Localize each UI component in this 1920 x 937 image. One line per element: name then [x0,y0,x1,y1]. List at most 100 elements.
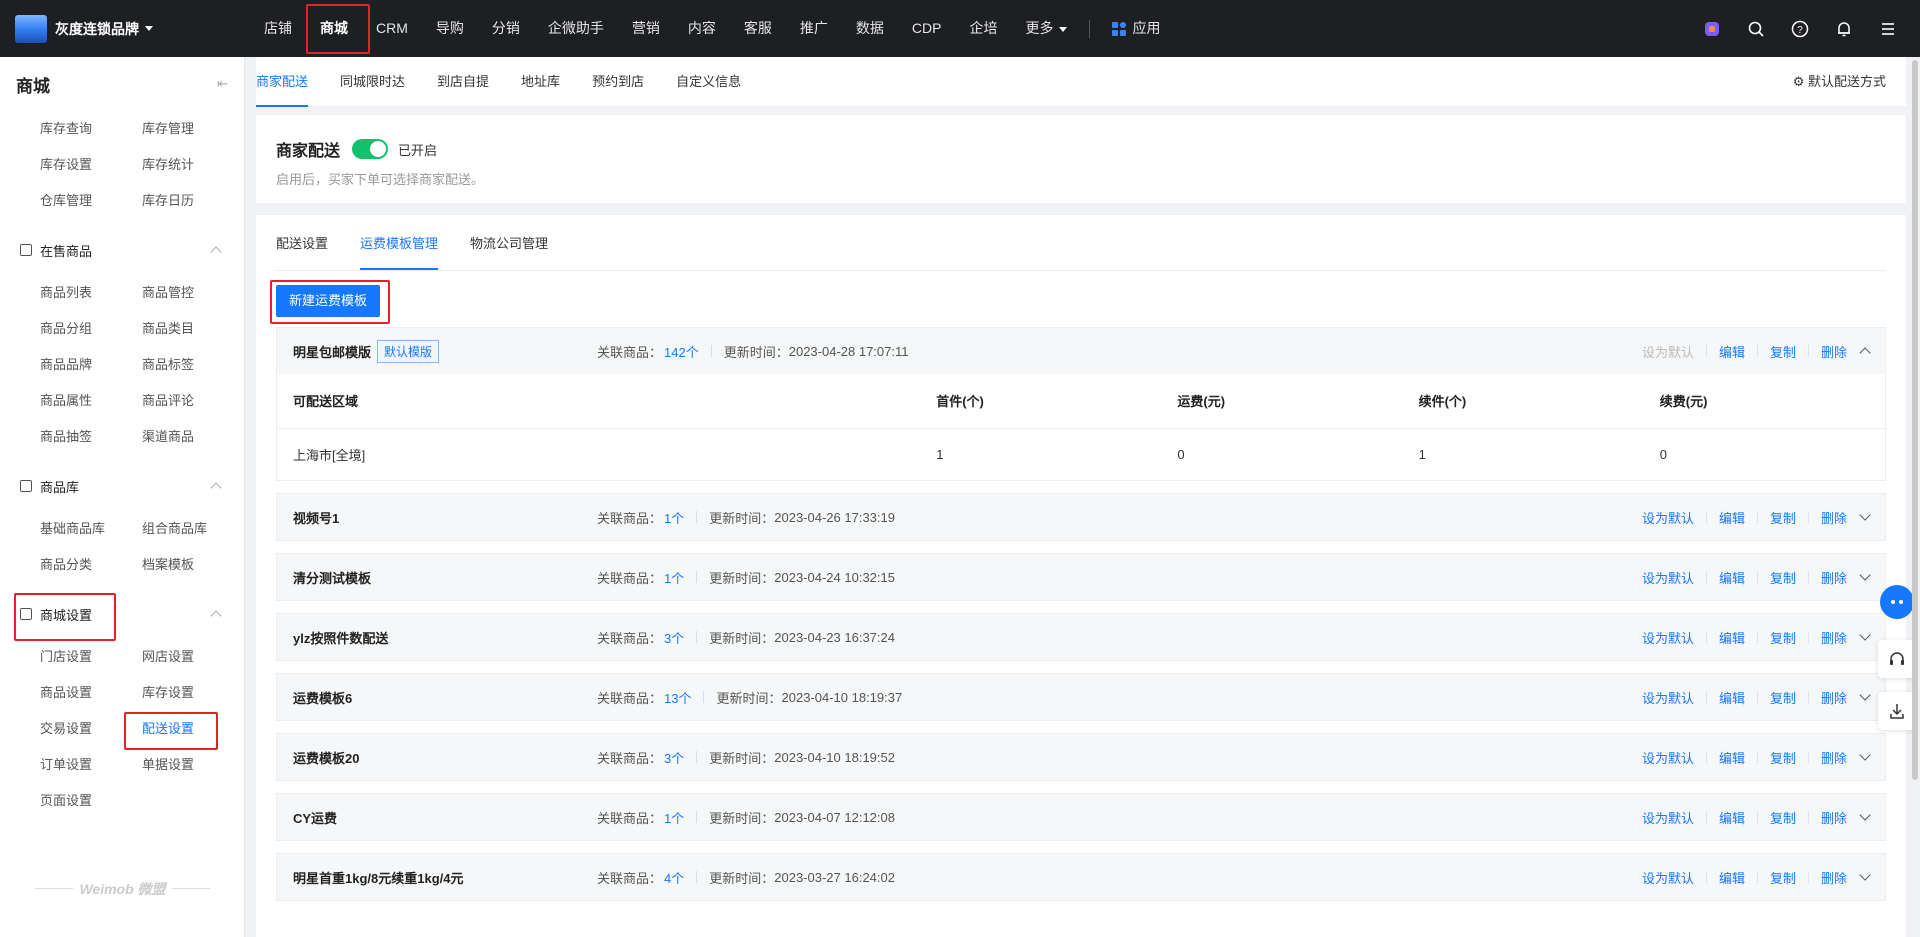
tab-delivery-0[interactable]: 商家配送 [256,57,309,107]
edit-button[interactable]: 编辑 [1719,688,1745,707]
new-freight-template-button[interactable]: 新建运费模板 [269,280,391,324]
tab-settings-0[interactable]: 配送设置 [276,230,328,270]
template-header[interactable]: 清分测试模板 关联商品： 1个 更新时间： 2023-04-24 10:32:15 设为默… [277,554,1885,600]
delete-button[interactable]: 删除 [1821,342,1847,361]
download-icon[interactable] [1878,692,1916,730]
nav-item-3[interactable]: 导购 [422,0,478,57]
page-scrollbar[interactable] [1912,60,1918,780]
copy-button[interactable]: 复制 [1770,748,1796,767]
edit-button[interactable]: 编辑 [1719,342,1745,361]
bell-icon[interactable] [1822,0,1866,57]
tab-settings-2[interactable]: 物流公司管理 [470,230,548,270]
nav-item-10[interactable]: 数据 [842,0,898,57]
template-header[interactable]: 明星包邮模版 默认模版 关联商品： 142个 更新时间： 2023-04-28 … [277,328,1885,374]
linked-products-count[interactable]: 142个 [664,342,699,361]
sidebar-item[interactable]: 商品抽签 [40,419,142,455]
chevron-up-icon[interactable] [210,246,222,258]
sidebar-item[interactable]: 基础商品库 [40,511,142,547]
sidebar-group-1[interactable]: 商品库 [0,461,244,511]
set-default-button[interactable]: 设为默认 [1642,508,1694,527]
sidebar-item[interactable]: 商品评论 [142,383,244,419]
merchant-delivery-toggle[interactable] [352,139,389,159]
sidebar-item[interactable]: 库存统计 [142,147,244,183]
template-header[interactable]: 运费模板6 关联商品： 13个 更新时间： 2023-04-10 18:19:37 设为默… [277,674,1885,720]
set-default-button[interactable]: 设为默认 [1642,748,1694,767]
sidebar-item[interactable]: 门店设置 [40,639,142,675]
sidebar-item[interactable]: 商品属性 [40,383,142,419]
copy-button[interactable]: 复制 [1770,808,1796,827]
edit-button[interactable]: 编辑 [1719,808,1745,827]
sidebar-item[interactable]: 商品分组 [40,311,142,347]
edit-button[interactable]: 编辑 [1719,568,1745,587]
linked-products-count[interactable]: 1个 [664,508,684,527]
nav-item-7[interactable]: 内容 [674,0,730,57]
template-header[interactable]: 运费模板20 关联商品： 3个 更新时间： 2023-04-10 18:19:52 设为默… [277,734,1885,780]
copy-button[interactable]: 复制 [1770,868,1796,887]
copy-button[interactable]: 复制 [1770,568,1796,587]
nav-item-13[interactable]: 更多 [1011,0,1081,57]
sidebar-item[interactable]: 库存设置 [40,147,142,183]
menu-icon[interactable] [1866,0,1910,57]
delete-button[interactable]: 删除 [1821,688,1847,707]
linked-products-count[interactable]: 3个 [664,628,684,647]
chevron-down-icon[interactable] [1859,809,1871,821]
sidebar-item[interactable]: 仓库管理 [40,183,142,219]
set-default-button[interactable]: 设为默认 [1642,808,1694,827]
nav-item-11[interactable]: CDP [898,0,956,57]
tab-delivery-4[interactable]: 预约到店 [592,57,644,107]
nav-apps[interactable]: 应用 [1098,0,1174,57]
chat-bot-icon[interactable] [1880,585,1914,619]
sidebar-item[interactable]: 商品品牌 [40,347,142,383]
tab-delivery-5[interactable]: 自定义信息 [676,57,741,107]
copy-button[interactable]: 复制 [1770,628,1796,647]
linked-products-count[interactable]: 1个 [664,568,684,587]
chevron-up-icon[interactable] [210,482,222,494]
delete-button[interactable]: 删除 [1821,568,1847,587]
ai-assistant-icon[interactable] [1690,0,1734,57]
chevron-up-icon[interactable] [1859,347,1871,359]
chevron-down-icon[interactable] [1859,689,1871,701]
collapse-sidebar-icon[interactable]: ⇤ [217,76,228,92]
chevron-up-icon[interactable] [210,610,222,622]
sidebar-item[interactable]: 商品设置 [40,675,142,711]
customer-service-headset-icon[interactable] [1878,640,1916,678]
copy-button[interactable]: 复制 [1770,688,1796,707]
sidebar-item[interactable]: 库存查询 [40,111,142,147]
nav-item-9[interactable]: 推广 [786,0,842,57]
sidebar-group-0[interactable]: 在售商品 [0,225,244,275]
set-default-button[interactable]: 设为默认 [1642,568,1694,587]
nav-item-6[interactable]: 营销 [618,0,674,57]
delete-button[interactable]: 删除 [1821,808,1847,827]
linked-products-count[interactable]: 3个 [664,748,684,767]
tab-delivery-3[interactable]: 地址库 [521,57,560,107]
delete-button[interactable]: 删除 [1821,748,1847,767]
template-header[interactable]: CY运费 关联商品： 1个 更新时间： 2023-04-07 12:12:08 设为默认 编… [277,794,1885,840]
nav-item-8[interactable]: 客服 [730,0,786,57]
sidebar-item[interactable]: 商品管控 [142,275,244,311]
set-default-button[interactable]: 设为默认 [1642,342,1694,361]
edit-button[interactable]: 编辑 [1719,628,1745,647]
sidebar-item[interactable]: 商品分类 [40,547,142,583]
chevron-down-icon[interactable] [1859,749,1871,761]
help-icon[interactable]: ? [1778,0,1822,57]
edit-button[interactable]: 编辑 [1719,508,1745,527]
template-header[interactable]: 明星首重1kg/8元续重1kg/4元 关联商品： 4个 更新时间： 2023-03-27… [277,854,1885,900]
sidebar-item[interactable]: 渠道商品 [142,419,244,455]
sidebar-item[interactable]: 订单设置 [40,747,142,783]
sidebar-item[interactable]: 配送设置 [124,711,244,750]
nav-item-12[interactable]: 企培 [955,0,1011,57]
linked-products-count[interactable]: 13个 [664,688,691,707]
chevron-down-icon[interactable] [1859,629,1871,641]
tab-delivery-2[interactable]: 到店自提 [437,57,489,107]
sidebar-item[interactable]: 档案模板 [142,547,244,583]
search-icon[interactable] [1734,0,1778,57]
default-delivery-method-link[interactable]: ⚙ 默认配送方式 [1793,57,1886,107]
delete-button[interactable]: 删除 [1821,868,1847,887]
sidebar-item[interactable]: 商品标签 [142,347,244,383]
copy-button[interactable]: 复制 [1770,342,1796,361]
nav-item-4[interactable]: 分销 [478,0,534,57]
brand-switcher[interactable]: 灰度连锁品牌 [0,0,240,57]
sidebar-group-2[interactable]: 商城设置 [0,589,244,641]
sidebar-item[interactable]: 库存设置 [142,675,244,711]
tab-delivery-1[interactable]: 同城限时达 [340,57,405,107]
